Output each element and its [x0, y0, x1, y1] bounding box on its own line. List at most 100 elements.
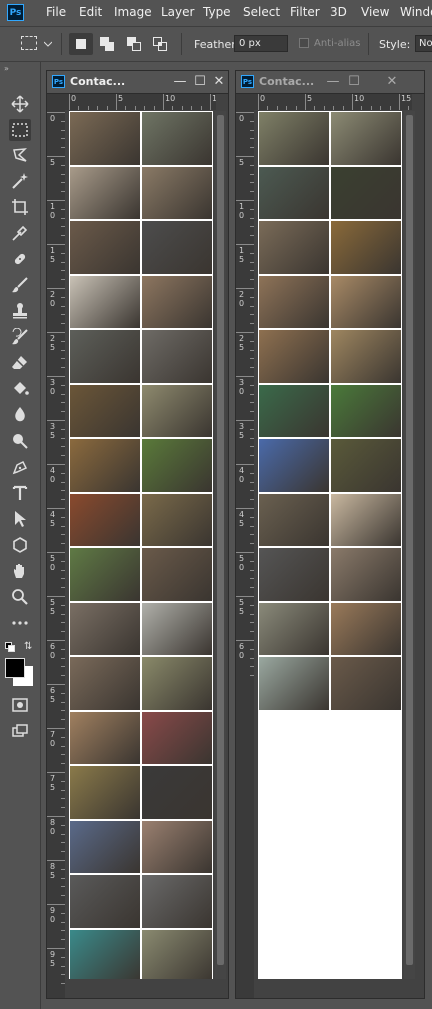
magic-wand-tool-icon[interactable] — [9, 170, 31, 192]
contact-sheet-thumbnail[interactable] — [331, 548, 401, 601]
contact-sheet-thumbnail[interactable] — [70, 112, 140, 165]
maximize-button[interactable]: ☐ — [191, 73, 209, 91]
eraser-tool-icon[interactable] — [9, 352, 31, 374]
contact-sheet-thumbnail[interactable] — [70, 384, 140, 437]
contact-sheet-thumbnail[interactable] — [331, 384, 401, 437]
document-tab-1[interactable]: Ps Contac... — ☐ ✕ — [47, 71, 228, 94]
default-colors-icon[interactable] — [5, 642, 15, 652]
minimize-button[interactable]: — — [171, 73, 189, 91]
move-tool-icon[interactable] — [9, 93, 31, 115]
contact-sheet-thumbnail[interactable] — [259, 330, 329, 383]
contact-sheet-thumbnail[interactable] — [70, 166, 140, 219]
contact-sheet-thumbnail[interactable] — [70, 330, 140, 383]
contact-sheet-thumbnail[interactable] — [142, 929, 212, 979]
contact-sheet-thumbnail[interactable] — [331, 221, 401, 274]
minimize-button[interactable]: — — [324, 73, 342, 91]
contact-sheet-thumbnail[interactable] — [142, 221, 212, 274]
contact-sheet-thumbnail[interactable] — [142, 766, 212, 819]
menu-3d[interactable]: 3D — [330, 5, 347, 19]
contact-sheet-thumbnail[interactable] — [142, 875, 212, 928]
healing-brush-tool-icon[interactable] — [9, 248, 31, 270]
contact-sheet-thumbnail[interactable] — [70, 875, 140, 928]
vertical-scrollbar[interactable] — [215, 111, 226, 979]
contact-sheet-thumbnail[interactable] — [259, 384, 329, 437]
contact-sheet-thumbnail[interactable] — [142, 439, 212, 492]
contact-sheet-thumbnail[interactable] — [142, 548, 212, 601]
contact-sheet-thumbnail[interactable] — [331, 112, 401, 165]
eyedropper-tool-icon[interactable] — [9, 222, 31, 244]
contact-sheet-thumbnail[interactable] — [259, 493, 329, 546]
contact-sheet-thumbnail[interactable] — [70, 711, 140, 764]
contact-sheet-thumbnail[interactable] — [259, 657, 329, 710]
contact-sheet-thumbnail[interactable] — [142, 657, 212, 710]
contact-sheet-thumbnail[interactable] — [70, 548, 140, 601]
dodge-tool-icon[interactable] — [9, 430, 31, 452]
contact-sheet-thumbnail[interactable] — [70, 602, 140, 655]
menu-select[interactable]: Select — [243, 5, 280, 19]
contact-sheet-thumbnail[interactable] — [259, 602, 329, 655]
contact-sheet-thumbnail[interactable] — [331, 602, 401, 655]
contact-sheet-thumbnail[interactable] — [331, 657, 401, 710]
subtract-from-selection-icon[interactable] — [127, 37, 141, 51]
photoshop-logo-icon[interactable]: Ps — [7, 4, 24, 21]
zoom-tool-icon[interactable] — [9, 586, 31, 608]
intersect-selection-icon[interactable] — [153, 37, 167, 51]
contact-sheet-thumbnail[interactable] — [142, 112, 212, 165]
contact-sheet-thumbnail[interactable] — [142, 820, 212, 873]
contact-sheet-thumbnail[interactable] — [259, 439, 329, 492]
chevron-down-icon[interactable] — [44, 40, 52, 48]
menu-edit[interactable]: Edit — [79, 5, 102, 19]
add-to-selection-icon[interactable] — [100, 37, 114, 51]
contact-sheet-thumbnail[interactable] — [259, 548, 329, 601]
menu-view[interactable]: View — [361, 5, 389, 19]
rectangular-marquee-tool-icon[interactable] — [9, 119, 31, 141]
menu-window[interactable]: Window — [400, 5, 432, 19]
contact-sheet-thumbnail[interactable] — [142, 602, 212, 655]
screen-mode-icon[interactable] — [9, 720, 31, 742]
style-select[interactable]: Normal — [415, 35, 432, 52]
rect-marquee-preset-icon[interactable] — [21, 36, 37, 50]
contact-sheet-thumbnail[interactable] — [70, 493, 140, 546]
contact-sheet-thumbnail[interactable] — [70, 439, 140, 492]
contact-sheet-thumbnail[interactable] — [259, 221, 329, 274]
menu-type[interactable]: Type — [203, 5, 231, 19]
document-canvas[interactable] — [69, 111, 213, 979]
contact-sheet-thumbnail[interactable] — [142, 493, 212, 546]
contact-sheet-thumbnail[interactable] — [70, 820, 140, 873]
anti-alias-checkbox[interactable] — [299, 38, 309, 48]
contact-sheet-thumbnail[interactable] — [331, 330, 401, 383]
menu-image[interactable]: Image — [114, 5, 152, 19]
contact-sheet-thumbnail[interactable] — [259, 275, 329, 328]
contact-sheet-thumbnail[interactable] — [70, 275, 140, 328]
new-selection-button[interactable] — [69, 33, 93, 55]
paint-bucket-tool-icon[interactable] — [9, 378, 31, 400]
contact-sheet-thumbnail[interactable] — [142, 330, 212, 383]
hand-tool-icon[interactable] — [9, 560, 31, 582]
swap-colors-icon[interactable]: ⇅ — [24, 641, 32, 652]
contact-sheet-thumbnail[interactable] — [70, 221, 140, 274]
contact-sheet-thumbnail[interactable] — [70, 766, 140, 819]
pen-tool-icon[interactable] — [9, 456, 31, 478]
contact-sheet-thumbnail[interactable] — [331, 493, 401, 546]
contact-sheet-thumbnail[interactable] — [259, 112, 329, 165]
menu-filter[interactable]: Filter — [290, 5, 320, 19]
document-canvas[interactable] — [258, 111, 402, 979]
contact-sheet-thumbnail[interactable] — [142, 384, 212, 437]
contact-sheet-thumbnail[interactable] — [331, 275, 401, 328]
close-icon[interactable]: ✕ — [210, 73, 228, 91]
more-tools-icon[interactable] — [9, 612, 31, 634]
feather-input[interactable] — [234, 35, 288, 52]
contact-sheet-thumbnail[interactable] — [70, 929, 140, 979]
contact-sheet-thumbnail[interactable] — [142, 711, 212, 764]
crop-tool-icon[interactable] — [9, 196, 31, 218]
contact-sheet-thumbnail[interactable] — [70, 657, 140, 710]
contact-sheet-thumbnail[interactable] — [331, 166, 401, 219]
brush-tool-icon[interactable] — [9, 274, 31, 296]
shape-tool-icon[interactable] — [9, 534, 31, 556]
history-brush-tool-icon[interactable] — [9, 326, 31, 348]
vertical-scrollbar[interactable] — [404, 111, 415, 979]
blur-tool-icon[interactable] — [9, 404, 31, 426]
contact-sheet-thumbnail[interactable] — [142, 166, 212, 219]
path-selection-tool-icon[interactable] — [9, 508, 31, 530]
contact-sheet-thumbnail[interactable] — [331, 439, 401, 492]
